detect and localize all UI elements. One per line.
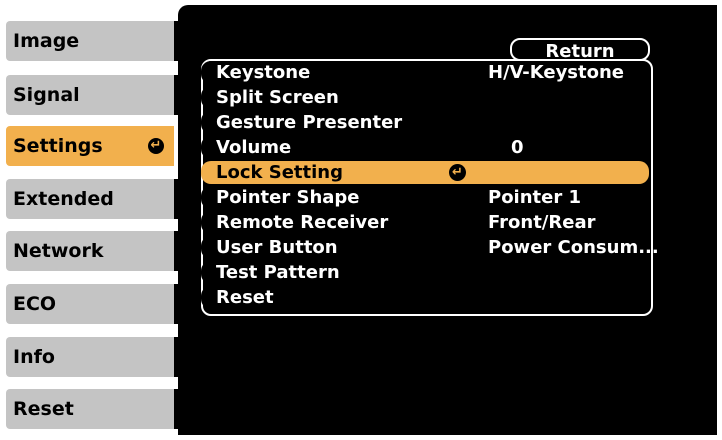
menu-item-label: Keystone bbox=[216, 62, 311, 83]
tab-label: Info bbox=[13, 346, 55, 368]
menu-item-reset[interactable]: Reset bbox=[201, 286, 649, 309]
tab-label: Reset bbox=[13, 398, 74, 420]
menu-item-user-button[interactable]: User Button Power Consum... bbox=[201, 236, 659, 259]
tab-network[interactable]: Network bbox=[6, 231, 174, 271]
tab-label: Network bbox=[13, 240, 104, 262]
menu-item-label: Gesture Presenter bbox=[216, 112, 403, 133]
menu-item-volume[interactable]: Volume 0 bbox=[201, 136, 649, 159]
menu-item-label: Pointer Shape bbox=[216, 187, 360, 208]
menu-item-test-pattern[interactable]: Test Pattern bbox=[201, 261, 649, 284]
menu-item-pointer-shape[interactable]: Pointer Shape Pointer 1 bbox=[201, 186, 649, 209]
menu-item-label: Volume bbox=[216, 137, 292, 158]
menu-item-remote-receiver[interactable]: Remote Receiver Front/Rear bbox=[201, 211, 649, 234]
menu-item-label: Reset bbox=[216, 287, 274, 308]
menu-item-label: Remote Receiver bbox=[216, 212, 389, 233]
menu-item-label: Lock Setting bbox=[216, 162, 343, 183]
tab-label: Signal bbox=[13, 84, 80, 106]
tab-label: ECO bbox=[13, 293, 57, 315]
enter-icon: ↵ bbox=[148, 138, 164, 154]
settings-panel: Return Keystone H/V-Keystone Split Scree… bbox=[178, 5, 717, 435]
tab-image[interactable]: Image bbox=[6, 21, 174, 61]
menu-item-label: Test Pattern bbox=[216, 262, 340, 283]
enter-icon: ↵ bbox=[449, 164, 466, 181]
menu-item-label: User Button bbox=[216, 237, 338, 258]
tab-reset[interactable]: Reset bbox=[6, 389, 174, 429]
menu-item-value: 0 bbox=[511, 137, 524, 158]
menu-item-value: Front/Rear bbox=[488, 212, 596, 233]
tab-signal[interactable]: Signal bbox=[6, 75, 174, 115]
menu-item-value: Pointer 1 bbox=[488, 187, 582, 208]
tab-info[interactable]: Info bbox=[6, 337, 174, 377]
tab-settings[interactable]: Settings ↵ bbox=[6, 126, 174, 166]
tab-eco[interactable]: ECO bbox=[6, 284, 174, 324]
menu-item-value: H/V-Keystone bbox=[488, 62, 625, 83]
tab-extended[interactable]: Extended bbox=[6, 179, 174, 219]
tab-label: Image bbox=[13, 30, 80, 52]
tab-label: Extended bbox=[13, 188, 114, 210]
menu-item-gesture-presenter[interactable]: Gesture Presenter bbox=[201, 111, 649, 134]
tab-label: Settings bbox=[13, 135, 103, 157]
menu-item-lock-setting[interactable]: Lock Setting ↵ bbox=[201, 161, 649, 184]
menu-item-label: Split Screen bbox=[216, 87, 339, 108]
menu-item-value: Power Consum... bbox=[488, 237, 659, 258]
menu-item-keystone[interactable]: Keystone H/V-Keystone bbox=[201, 61, 649, 84]
menu-item-split-screen[interactable]: Split Screen bbox=[201, 86, 649, 109]
return-button[interactable]: Return bbox=[510, 38, 650, 62]
